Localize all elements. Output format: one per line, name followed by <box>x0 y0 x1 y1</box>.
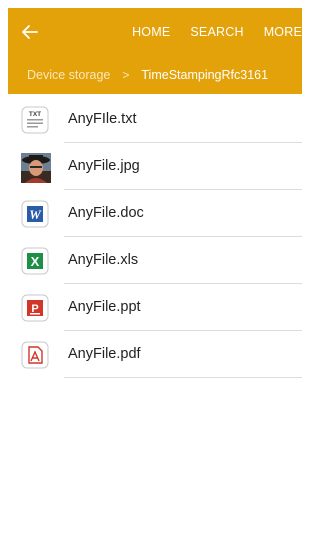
file-row-jpg[interactable]: AnyFile.jpg <box>8 143 302 190</box>
row-divider <box>64 377 302 378</box>
file-row-ppt[interactable]: P AnyFile.ppt <box>8 284 302 331</box>
svg-text:W: W <box>29 207 42 222</box>
pdf-file-icon <box>21 341 49 369</box>
svg-text:TXT: TXT <box>29 111 41 118</box>
svg-text:X: X <box>31 254 40 269</box>
file-name: AnyFile.pdf <box>68 346 141 362</box>
file-row-pdf[interactable]: AnyFile.pdf <box>8 331 302 378</box>
breadcrumb-current-folder: TimeStampingRfc3161 <box>141 68 269 82</box>
file-name: AnyFile.ppt <box>68 299 141 315</box>
more-button[interactable]: MORE <box>264 25 302 39</box>
top-nav: HOME SEARCH MORE <box>132 8 302 56</box>
file-name: AnyFile.doc <box>68 205 144 221</box>
powerpoint-ppt-icon: P <box>21 294 49 322</box>
file-row-txt[interactable]: TXT AnyFIle.txt <box>8 96 302 143</box>
breadcrumb-separator: > <box>122 68 130 82</box>
search-button[interactable]: SEARCH <box>190 25 243 39</box>
file-name: AnyFile.jpg <box>68 158 140 174</box>
file-list: TXT AnyFIle.txt AnyFile.jpg W AnyFile.do… <box>8 96 302 378</box>
jpg-thumbnail <box>21 153 51 183</box>
back-arrow-icon[interactable] <box>20 22 40 42</box>
file-name: AnyFIle.txt <box>68 111 137 127</box>
txt-file-icon: TXT <box>21 106 49 134</box>
word-doc-icon: W <box>21 200 49 228</box>
left-margin <box>0 0 8 540</box>
home-button[interactable]: HOME <box>132 25 170 39</box>
file-name: AnyFile.xls <box>68 252 139 268</box>
breadcrumb-device-storage[interactable]: Device storage <box>27 68 110 82</box>
file-row-doc[interactable]: W AnyFile.doc <box>8 190 302 237</box>
breadcrumb: Device storage > TimeStampingRfc3161 <box>8 56 302 94</box>
file-row-xls[interactable]: X AnyFile.xls <box>8 237 302 284</box>
app-bar: HOME SEARCH MORE <box>8 8 302 56</box>
excel-xls-icon: X <box>21 247 49 275</box>
